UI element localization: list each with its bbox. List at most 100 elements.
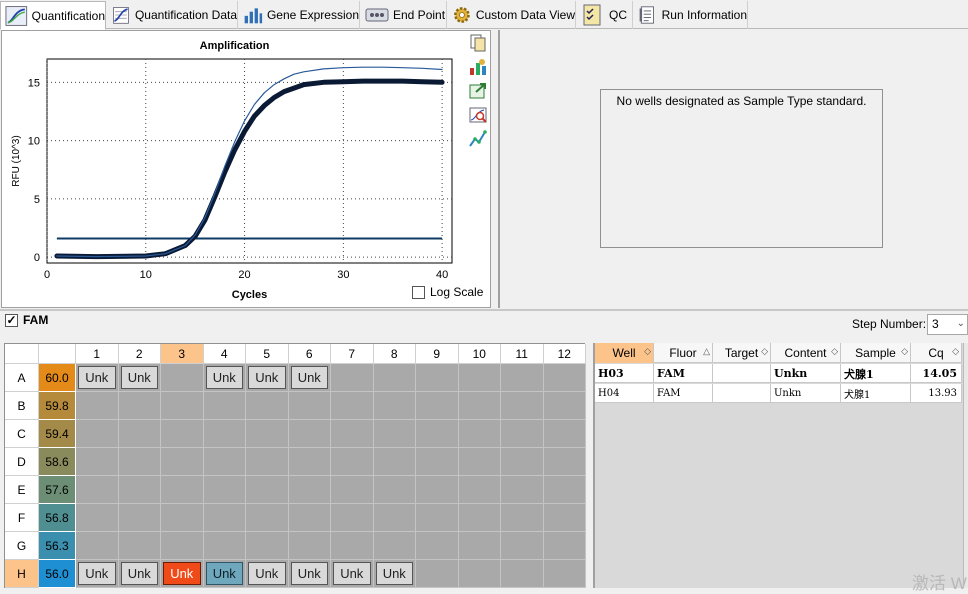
well-E3[interactable] — [161, 476, 204, 504]
sort-icon[interactable]: ◇ — [761, 346, 768, 357]
sort-icon[interactable]: ◇ — [952, 346, 959, 357]
well-E8[interactable] — [373, 476, 416, 504]
well-B1[interactable] — [76, 392, 119, 420]
fam-checkbox[interactable]: ✓ — [5, 313, 18, 327]
sort-icon[interactable]: △ — [703, 346, 710, 357]
well-A6[interactable]: Unk — [288, 364, 331, 392]
well-B8[interactable] — [373, 392, 416, 420]
column-header-7[interactable]: 7 — [331, 344, 374, 364]
well-G12[interactable] — [543, 532, 586, 560]
well-C10[interactable] — [458, 420, 501, 448]
row-header-G[interactable]: G — [5, 532, 39, 560]
well-E2[interactable] — [118, 476, 161, 504]
well-F7[interactable] — [331, 504, 374, 532]
column-header-4[interactable]: 4 — [203, 344, 246, 364]
well-F8[interactable] — [373, 504, 416, 532]
column-header-6[interactable]: 6 — [288, 344, 331, 364]
well-A2[interactable]: Unk — [118, 364, 161, 392]
row-header-B[interactable]: B — [5, 392, 39, 420]
column-header-content[interactable]: Content ◇ — [771, 343, 841, 363]
table-row[interactable]: H03 FAM Unkn 犬腺1 14.05 — [595, 364, 962, 383]
well-B10[interactable] — [458, 392, 501, 420]
well-H12[interactable] — [543, 560, 586, 588]
amplification-chart[interactable]: 0 10 20 30 40 0 5 10 15 Amplification Cycles RFU (1… — [2, 31, 468, 309]
well-G3[interactable] — [161, 532, 204, 560]
row-header-E[interactable]: E — [5, 476, 39, 504]
table-scrollbar[interactable] — [963, 343, 968, 588]
well-D4[interactable] — [203, 448, 246, 476]
row-header-C[interactable]: C — [5, 420, 39, 448]
well-D2[interactable] — [118, 448, 161, 476]
well-C2[interactable] — [118, 420, 161, 448]
column-header-fluor[interactable]: Fluor △ — [654, 343, 713, 363]
well-B11[interactable] — [501, 392, 544, 420]
well-E6[interactable] — [288, 476, 331, 504]
log-scale-toggle[interactable]: Log Scale — [412, 285, 483, 299]
well-A3[interactable] — [161, 364, 204, 392]
column-header-10[interactable]: 10 — [458, 344, 501, 364]
well-E10[interactable] — [458, 476, 501, 504]
well-G6[interactable] — [288, 532, 331, 560]
well-E7[interactable] — [331, 476, 374, 504]
column-header-3[interactable]: 3 — [161, 344, 204, 364]
column-header-11[interactable]: 11 — [501, 344, 544, 364]
well-E12[interactable] — [543, 476, 586, 504]
well-D10[interactable] — [458, 448, 501, 476]
well-G11[interactable] — [501, 532, 544, 560]
well-A8[interactable] — [373, 364, 416, 392]
well-F10[interactable] — [458, 504, 501, 532]
well-E4[interactable] — [203, 476, 246, 504]
plate-corner[interactable] — [5, 344, 39, 364]
well-F1[interactable] — [76, 504, 119, 532]
well-C3[interactable] — [161, 420, 204, 448]
fluor-toggle[interactable]: ✓ FAM — [5, 313, 48, 327]
well-A4[interactable]: Unk — [203, 364, 246, 392]
tab-quantification-data[interactable]: Quantification Data — [107, 1, 238, 29]
copy-icon[interactable] — [468, 33, 488, 53]
row-header-D[interactable]: D — [5, 448, 39, 476]
step-number-select[interactable]: 3 ⌄ — [927, 314, 968, 335]
well-B4[interactable] — [203, 392, 246, 420]
well-F9[interactable] — [416, 504, 459, 532]
zoom-icon[interactable] — [468, 105, 488, 125]
column-header-1[interactable]: 1 — [76, 344, 119, 364]
sort-icon[interactable]: ◇ — [644, 346, 651, 357]
well-H1[interactable]: Unk — [76, 560, 119, 588]
chart-settings-icon[interactable] — [468, 57, 488, 77]
column-header-well[interactable]: Well ◇ — [595, 343, 654, 363]
well-B6[interactable] — [288, 392, 331, 420]
well-B5[interactable] — [246, 392, 289, 420]
well-B9[interactable] — [416, 392, 459, 420]
well-H7[interactable]: Unk — [331, 560, 374, 588]
well-A12[interactable] — [543, 364, 586, 392]
column-header-12[interactable]: 12 — [543, 344, 586, 364]
sort-icon[interactable]: ◇ — [831, 346, 838, 357]
well-A11[interactable] — [501, 364, 544, 392]
well-G2[interactable] — [118, 532, 161, 560]
well-D12[interactable] — [543, 448, 586, 476]
well-D11[interactable] — [501, 448, 544, 476]
column-header-8[interactable]: 8 — [373, 344, 416, 364]
column-header-cq[interactable]: Cq ◇ — [911, 343, 962, 363]
well-B2[interactable] — [118, 392, 161, 420]
well-A5[interactable]: Unk — [246, 364, 289, 392]
well-C1[interactable] — [76, 420, 119, 448]
well-E11[interactable] — [501, 476, 544, 504]
well-D3[interactable] — [161, 448, 204, 476]
well-G8[interactable] — [373, 532, 416, 560]
well-D8[interactable] — [373, 448, 416, 476]
well-G1[interactable] — [76, 532, 119, 560]
well-B12[interactable] — [543, 392, 586, 420]
well-E5[interactable] — [246, 476, 289, 504]
tab-quantification[interactable]: Quantification — [0, 1, 106, 30]
well-A1[interactable]: Unk — [76, 364, 119, 392]
well-D1[interactable] — [76, 448, 119, 476]
well-G10[interactable] — [458, 532, 501, 560]
table-row[interactable]: H04 FAM Unkn 犬腺1 13.93 — [595, 384, 962, 403]
well-D5[interactable] — [246, 448, 289, 476]
well-H11[interactable] — [501, 560, 544, 588]
well-C6[interactable] — [288, 420, 331, 448]
well-A10[interactable] — [458, 364, 501, 392]
sort-icon[interactable]: ◇ — [901, 346, 908, 357]
well-C8[interactable] — [373, 420, 416, 448]
